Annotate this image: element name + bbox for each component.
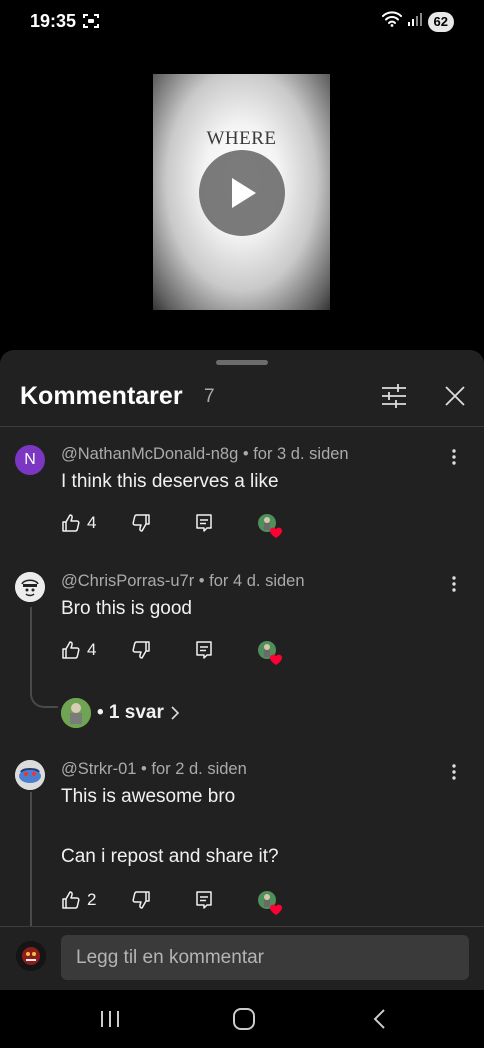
dislike-button[interactable]: [131, 513, 151, 533]
heart-icon: [270, 527, 282, 538]
status-bar: 19:35 62: [0, 0, 484, 44]
close-icon: [445, 386, 465, 406]
comment-actions: 4: [61, 640, 301, 666]
thumbs-up-icon: [62, 641, 80, 659]
status-time: 19:35: [30, 11, 77, 31]
reply-button[interactable]: [194, 513, 214, 533]
chevron-right-icon: [171, 706, 180, 720]
comment-meta: @ChrisPorras-u7r • for 4 d. siden: [61, 572, 305, 591]
reply-icon: [196, 514, 212, 532]
sheet-title: Kommentarer: [20, 382, 183, 410]
sort-filter-button[interactable]: [380, 383, 408, 409]
comment-author[interactable]: @Strkr-01: [61, 760, 136, 778]
recent-apps-button[interactable]: [95, 1006, 125, 1032]
home-icon: [233, 1008, 255, 1030]
sliders-icon: [382, 384, 406, 408]
video-player[interactable]: WHERE: [0, 44, 484, 350]
reply-icon: [196, 891, 212, 909]
own-avatar: [16, 941, 46, 971]
like-button[interactable]: 4: [61, 513, 96, 533]
system-nav-bar: [0, 990, 484, 1048]
thumbs-down-icon: [132, 514, 150, 532]
comment-time: • for 2 d. siden: [136, 760, 247, 778]
avatar[interactable]: [15, 572, 45, 602]
reply-button[interactable]: [194, 890, 214, 910]
comment-author[interactable]: @ChrisPorras-u7r: [61, 572, 194, 590]
wifi-icon: [381, 11, 402, 32]
comment-time: • for 3 d. siden: [238, 445, 349, 463]
close-button[interactable]: [442, 383, 468, 409]
more-vert-icon: [452, 576, 456, 592]
header-divider: [0, 426, 484, 427]
reply-icon: [196, 641, 212, 659]
comment-input[interactable]: [61, 935, 469, 980]
comment-item: @Strkr-01 • for 2 d. siden This is aweso…: [0, 760, 484, 926]
comment-text-line-2: Can i repost and share it?: [61, 846, 279, 867]
comment-item: N @NathanMcDonald-n8g • for 3 d. siden I…: [0, 445, 484, 545]
comment-time: • for 4 d. siden: [194, 572, 305, 590]
like-count: 4: [87, 513, 97, 532]
creator-heart-badge: [257, 513, 283, 539]
play-icon: [232, 178, 256, 208]
avatar[interactable]: [15, 760, 45, 790]
replies-count: • 1 svar: [97, 702, 164, 723]
comment-count: 7: [204, 386, 215, 407]
more-vert-icon: [452, 449, 456, 465]
comment-composer: [0, 927, 484, 990]
comment-item: @ChrisPorras-u7r • for 4 d. siden Bro th…: [0, 572, 484, 728]
back-button[interactable]: [365, 1006, 395, 1032]
comment-author[interactable]: @NathanMcDonald-n8g: [61, 445, 238, 463]
screen-record-icon: [82, 13, 100, 34]
creator-heart-badge: [257, 890, 283, 916]
comment-actions: 2: [61, 890, 301, 916]
comments-sheet: Kommentarer 7 N @NathanMcDonald-n8g • fo…: [0, 350, 484, 990]
back-icon: [373, 1009, 385, 1029]
view-replies-button[interactable]: • 1 svar: [61, 698, 180, 728]
sheet-header: Kommentarer 7: [0, 374, 484, 426]
more-vert-icon: [452, 764, 456, 780]
comment-text-line-1: This is awesome bro: [61, 786, 236, 807]
dislike-button[interactable]: [131, 890, 151, 910]
status-icons: 62: [381, 11, 454, 32]
comment-text: I think this deserves a like: [61, 471, 279, 492]
comment-menu-button[interactable]: [446, 574, 462, 594]
comment-meta: @Strkr-01 • for 2 d. siden: [61, 760, 247, 779]
like-count: 4: [87, 640, 97, 659]
comment-actions: 4: [61, 513, 301, 539]
reply-button[interactable]: [194, 640, 214, 660]
like-button[interactable]: 4: [61, 640, 96, 660]
comment-meta: @NathanMcDonald-n8g • for 3 d. siden: [61, 445, 349, 464]
play-button[interactable]: [199, 150, 285, 236]
reply-avatar: [61, 698, 91, 728]
thumbs-up-icon: [62, 514, 80, 532]
comment-menu-button[interactable]: [446, 762, 462, 782]
battery-indicator: 62: [427, 11, 454, 32]
like-button[interactable]: 2: [61, 890, 96, 910]
thumbs-up-icon: [62, 891, 80, 909]
thumbs-down-icon: [132, 641, 150, 659]
thumbnail-title: WHERE: [206, 128, 277, 149]
thumbs-down-icon: [132, 891, 150, 909]
comment-menu-button[interactable]: [446, 447, 462, 467]
sheet-drag-handle[interactable]: [216, 360, 268, 365]
heart-icon: [270, 904, 282, 915]
avatar[interactable]: N: [15, 445, 45, 475]
video-thumbnail: WHERE: [153, 74, 330, 310]
recents-icon: [101, 1011, 119, 1027]
heart-icon: [270, 654, 282, 665]
comment-text: Bro this is good: [61, 598, 192, 619]
home-button[interactable]: [229, 1006, 259, 1032]
dislike-button[interactable]: [131, 640, 151, 660]
creator-heart-badge: [257, 640, 283, 666]
like-count: 2: [87, 890, 97, 909]
signal-icon: [407, 12, 422, 31]
